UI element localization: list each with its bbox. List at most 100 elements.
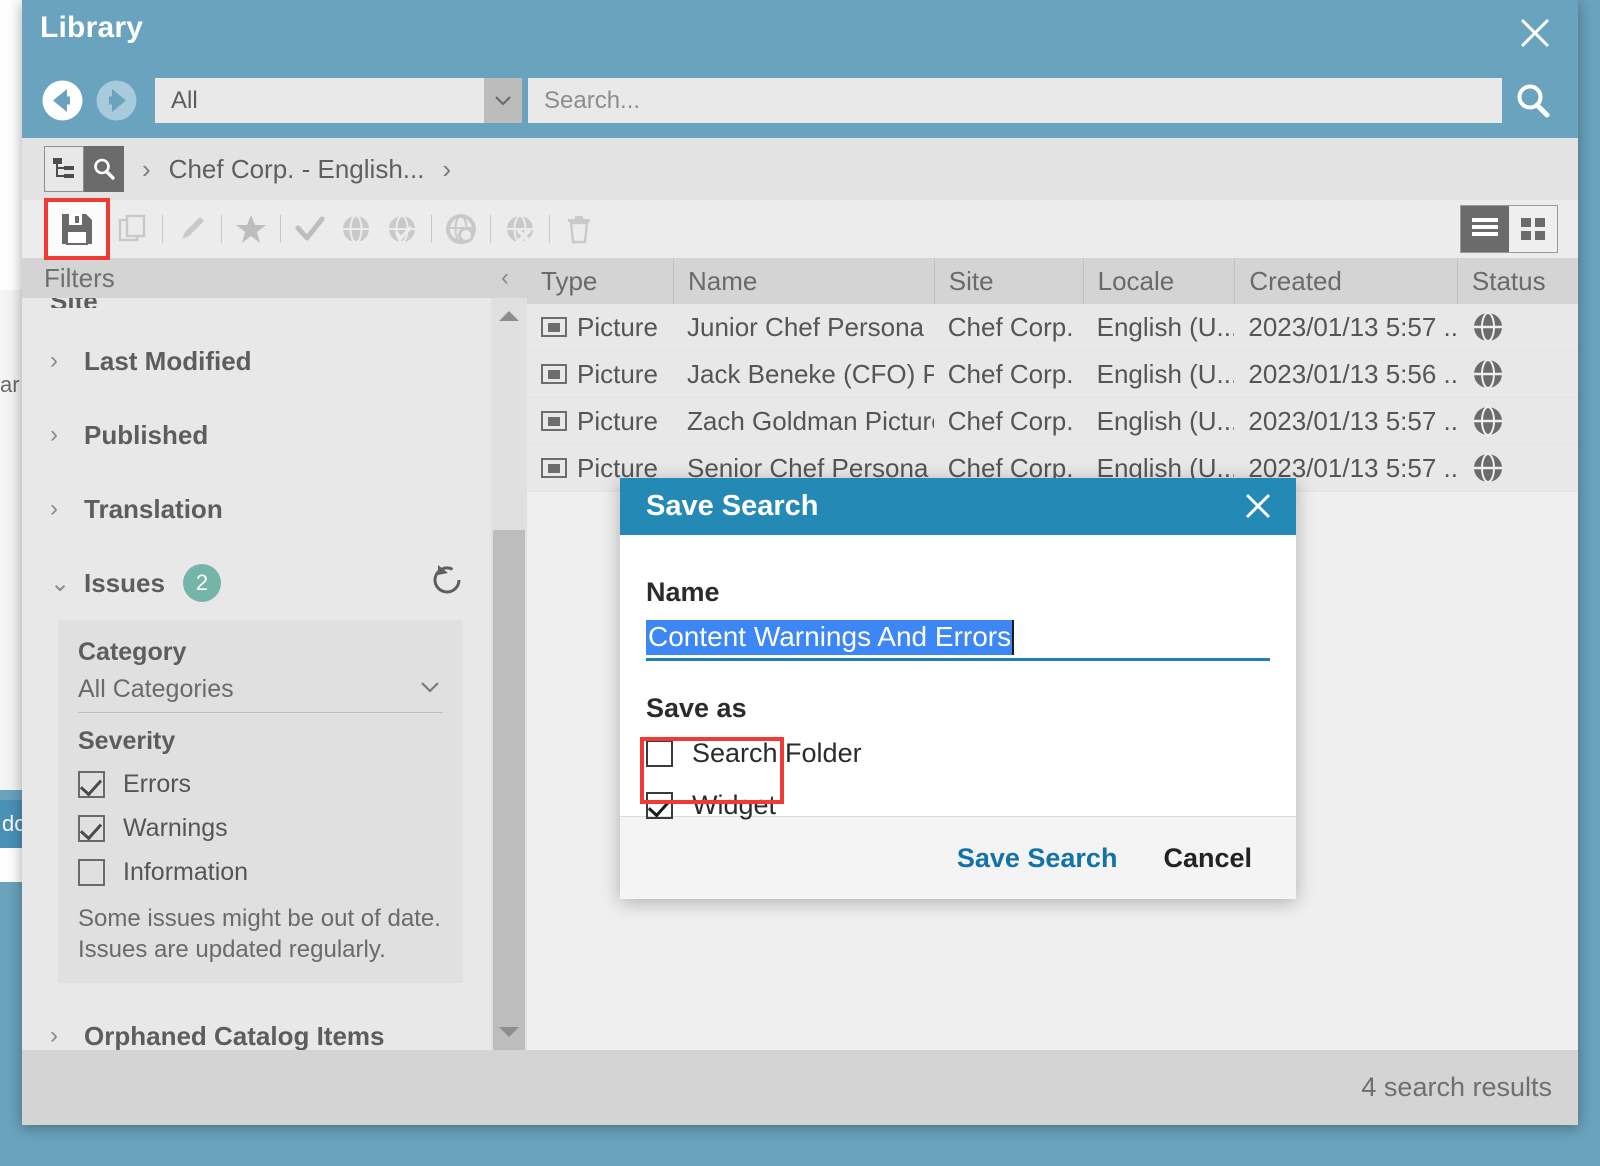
toolbar-divider — [280, 215, 281, 243]
category-heading: Category — [78, 638, 187, 666]
table-row[interactable]: Picture Junior Chef Persona Chef Corp. E… — [527, 304, 1578, 351]
page-title: Library — [40, 11, 144, 44]
trash-icon[interactable] — [556, 206, 602, 252]
globe-icon — [1473, 359, 1502, 389]
table-row[interactable]: Picture Zach Goldman Picture Chef Corp. … — [527, 398, 1578, 445]
column-header-name[interactable]: Name — [672, 258, 934, 304]
toolbar-divider — [431, 215, 432, 243]
cell-type-label: Picture — [577, 358, 658, 389]
search-view-icon[interactable] — [84, 146, 124, 192]
background-text-left-1: ar — [0, 372, 20, 397]
cell-site: Chef Corp. — [947, 405, 1074, 436]
column-header-locale[interactable]: Locale — [1082, 258, 1235, 304]
name-input[interactable]: Content Warnings And Errors — [646, 620, 1270, 661]
column-header-type[interactable]: Type — [527, 258, 673, 304]
pencil-icon[interactable] — [169, 206, 215, 252]
breadcrumb-path[interactable]: Chef Corp. - English... — [169, 154, 425, 185]
star-icon[interactable] — [228, 206, 274, 252]
cell-status — [1457, 304, 1578, 350]
scroll-down-arrow-icon[interactable] — [491, 1018, 527, 1046]
arrow-right-circle-icon[interactable] — [94, 78, 139, 123]
cell-name: Zach Goldman Picture — [687, 405, 934, 436]
cell-type: Picture — [527, 304, 673, 350]
chevron-down-icon — [419, 680, 441, 699]
filters-scroll-area: Site › Last Modified › Published › Trans… — [22, 298, 491, 1050]
severity-checkbox-information[interactable]: Information — [78, 850, 443, 894]
save-search-button[interactable] — [44, 198, 110, 260]
close-icon[interactable] — [1514, 12, 1556, 54]
severity-label: Information — [123, 857, 249, 886]
chevron-right-icon: › — [50, 495, 58, 522]
dialog-footer: Save Search Cancel — [620, 816, 1296, 899]
name-field-label: Name — [646, 577, 720, 607]
issues-filter-panel: Category All Categories Severity Errors … — [58, 620, 463, 984]
table-row[interactable]: Picture Jack Beneke (CFO) P... Chef Corp… — [527, 351, 1578, 398]
filter-group-orphaned-catalog-items[interactable]: › Orphaned Catalog Items — [50, 999, 491, 1050]
globe-x-icon[interactable] — [497, 206, 543, 252]
severity-heading: Severity — [78, 727, 176, 755]
cell-type-label: Picture — [577, 311, 658, 342]
option-search-folder[interactable]: Search Folder — [646, 730, 1270, 776]
checkbox-unchecked-icon[interactable] — [646, 739, 673, 767]
refresh-icon[interactable] — [429, 562, 465, 598]
cancel-button[interactable]: Cancel — [1163, 843, 1252, 874]
cell-locale: English (U... — [1096, 405, 1235, 436]
globe-check-icon[interactable] — [379, 206, 425, 252]
column-header-status[interactable]: Status — [1456, 258, 1578, 304]
globe-icon — [1473, 312, 1502, 342]
floppy-disk-icon — [62, 214, 92, 245]
scrollbar-thumb[interactable] — [493, 530, 525, 1050]
scroll-up-arrow-icon[interactable] — [491, 302, 527, 330]
cell-created: 2023/01/13 5:56 ... — [1248, 358, 1457, 389]
results-header-row: Type Name Site Locale Created Status — [527, 258, 1578, 304]
filter-group-translation[interactable]: › Translation — [50, 472, 491, 546]
name-input-value: Content Warnings And Errors — [646, 620, 1015, 655]
severity-checkbox-warnings[interactable]: Warnings — [78, 806, 443, 850]
magnifier-icon[interactable] — [1502, 78, 1564, 123]
globe-icon — [1473, 453, 1502, 483]
grid-view-icon[interactable] — [1509, 206, 1557, 252]
copy-icon[interactable] — [110, 206, 156, 252]
option-label: Widget — [692, 789, 777, 820]
search-input[interactable] — [528, 78, 1502, 123]
cell-locale: English (U... — [1096, 311, 1235, 342]
column-header-site[interactable]: Site — [933, 258, 1083, 304]
chevron-left-icon[interactable]: ‹ — [501, 264, 509, 292]
severity-label: Errors — [123, 769, 192, 798]
severity-checkbox-errors[interactable]: Errors — [78, 762, 443, 806]
check-icon[interactable] — [287, 206, 333, 252]
filter-group-last-modified[interactable]: › Last Modified — [50, 324, 491, 398]
cell-status — [1457, 445, 1578, 491]
filter-group-site-clipped[interactable]: Site — [50, 298, 98, 308]
dialog-titlebar: Save Search — [620, 478, 1296, 535]
option-label: Search Folder — [692, 737, 862, 768]
issues-count-badge: 2 — [182, 564, 221, 602]
globe-icon[interactable] — [333, 206, 379, 252]
view-mode-toggle — [1460, 205, 1558, 253]
filter-group-issues[interactable]: ⌄ Issues 2 — [50, 546, 491, 620]
category-select[interactable]: All Categories — [78, 673, 443, 713]
type-filter-select[interactable]: All — [155, 78, 522, 123]
save-search-dialog: Save Search Name Content Warnings And Er… — [620, 478, 1296, 899]
tree-view-icon[interactable] — [44, 146, 84, 192]
arrow-left-circle-icon[interactable] — [40, 78, 85, 123]
column-header-created[interactable]: Created — [1234, 258, 1457, 304]
checkbox-checked-icon[interactable] — [646, 791, 673, 819]
category-value: All Categories — [78, 675, 234, 703]
globe-clock-icon[interactable] — [438, 206, 484, 252]
cell-type-label: Picture — [577, 405, 658, 436]
save-search-confirm-button[interactable]: Save Search — [957, 843, 1118, 874]
list-view-icon[interactable] — [1461, 206, 1509, 252]
results-count-label: 4 search results — [1361, 1072, 1552, 1102]
filters-scrollbar[interactable] — [491, 298, 527, 1050]
breadcrumb-separator-2: › — [442, 153, 452, 184]
action-toolbar — [22, 198, 1578, 260]
picture-icon — [541, 458, 567, 478]
close-icon[interactable] — [1240, 488, 1276, 524]
picture-icon — [541, 411, 567, 431]
breadcrumb-separator-1: › — [142, 153, 151, 184]
filter-group-published[interactable]: › Published — [50, 398, 491, 472]
option-widget[interactable]: Widget — [646, 782, 1270, 828]
chevron-right-icon: › — [50, 347, 58, 374]
search-bar: All — [40, 78, 1564, 123]
